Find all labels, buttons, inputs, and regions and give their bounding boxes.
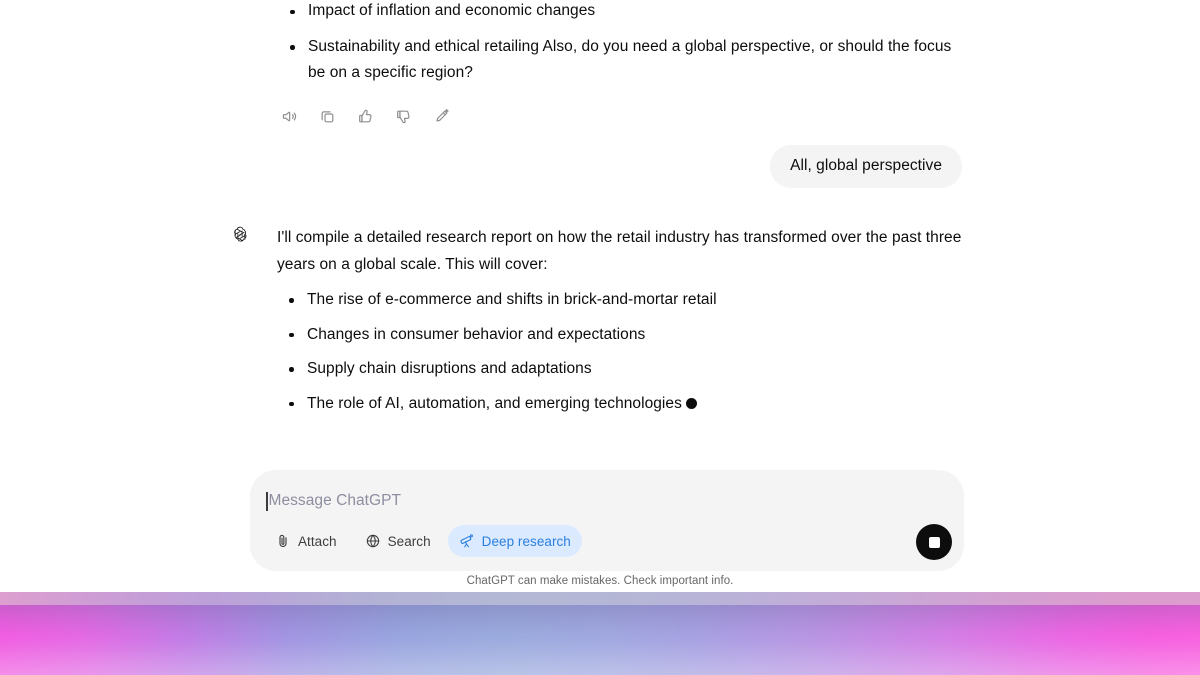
copy-icon bbox=[319, 108, 336, 125]
list-item: The role of AI, automation, and emerging… bbox=[277, 391, 967, 417]
composer[interactable]: Message ChatGPT Attach Search Deep resea… bbox=[250, 470, 964, 571]
speaker-icon bbox=[281, 108, 298, 125]
thumbs-up-icon bbox=[357, 108, 374, 125]
pencil-sparkle-icon bbox=[433, 108, 450, 125]
deep-research-label: Deep research bbox=[481, 533, 571, 549]
previous-message-bullet-list: Impact of inflation and economic changes… bbox=[278, 0, 968, 96]
assistant-message-body: I'll compile a detailed research report … bbox=[277, 224, 967, 425]
thumbs-up-button[interactable] bbox=[352, 104, 378, 128]
disclaimer-text: ChatGPT can make mistakes. Check importa… bbox=[466, 575, 734, 587]
streaming-cursor-icon bbox=[685, 397, 697, 409]
paperclip-icon bbox=[275, 533, 291, 549]
stop-square-icon bbox=[928, 536, 940, 548]
attach-label: Attach bbox=[298, 533, 337, 549]
thumbs-down-icon bbox=[395, 108, 412, 125]
telescope-icon bbox=[459, 533, 475, 549]
composer-container: Message ChatGPT Attach Search Deep resea… bbox=[250, 470, 964, 571]
deep-research-button[interactable]: Deep research bbox=[447, 525, 582, 557]
thumbs-down-button[interactable] bbox=[390, 104, 416, 128]
chatgpt-window: Impact of inflation and economic changes… bbox=[0, 0, 1200, 675]
stop-generating-button[interactable] bbox=[916, 524, 952, 560]
desktop-wallpaper-gradient bbox=[0, 592, 1200, 675]
search-button[interactable]: Search bbox=[354, 525, 442, 557]
wallpaper-glow-overlay bbox=[0, 605, 1200, 675]
assistant-avatar bbox=[228, 225, 252, 249]
assistant-bullet-list: The rise of e-commerce and shifts in bri… bbox=[277, 287, 967, 417]
list-item-text: The role of AI, automation, and emerging… bbox=[307, 394, 682, 412]
copy-button[interactable] bbox=[314, 104, 340, 128]
list-item: The rise of e-commerce and shifts in bri… bbox=[277, 287, 967, 313]
list-item: Sustainability and ethical retailing Als… bbox=[278, 34, 968, 87]
list-item: Changes in consumer behavior and expecta… bbox=[277, 322, 967, 348]
message-actions-toolbar bbox=[276, 104, 454, 128]
attach-button[interactable]: Attach bbox=[264, 525, 348, 557]
composer-toolbar: Attach Search Deep research bbox=[264, 525, 582, 557]
text-caret bbox=[266, 491, 268, 511]
user-message-row: All, global perspective bbox=[770, 145, 962, 188]
message-input-placeholder: Message ChatGPT bbox=[268, 492, 402, 509]
assistant-paragraph: I'll compile a detailed research report … bbox=[277, 229, 962, 273]
openai-logo-icon bbox=[230, 225, 250, 250]
message-input[interactable]: Message ChatGPT bbox=[266, 486, 904, 516]
user-message-bubble: All, global perspective bbox=[770, 145, 962, 188]
read-aloud-button[interactable] bbox=[276, 104, 302, 128]
list-item: Impact of inflation and economic changes bbox=[278, 0, 968, 25]
search-label: Search bbox=[387, 533, 431, 549]
list-item: Supply chain disruptions and adaptations bbox=[277, 356, 967, 382]
wallpaper-top-strip bbox=[0, 592, 1200, 605]
edit-button[interactable] bbox=[428, 104, 454, 128]
globe-icon bbox=[365, 533, 381, 549]
